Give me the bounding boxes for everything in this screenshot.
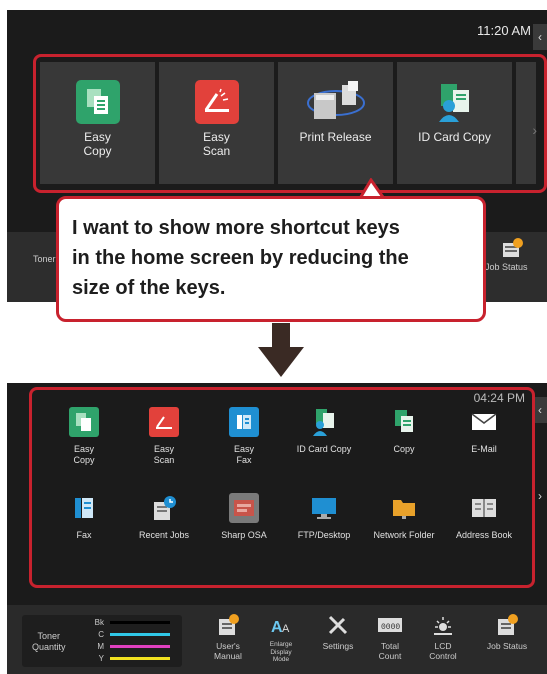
svg-text:0000: 0000 (381, 623, 400, 632)
shortcut-easy-scan[interactable]: Easy Scan (124, 407, 204, 493)
ftp-desktop-icon (309, 493, 339, 523)
shortcut-label: Easy Scan (202, 130, 231, 158)
svg-text:A: A (282, 623, 290, 635)
bar-item-label: Job Status (486, 641, 528, 651)
toner-color-label: Bk (94, 618, 104, 627)
toner-quantity-label: Toner Quantity (32, 631, 66, 652)
shortcut-recent-jobs[interactable]: Recent Jobs (124, 493, 204, 579)
shortcut-label: Copy (393, 444, 415, 454)
job-status-icon (498, 614, 518, 635)
shortcut-label: Address Book (455, 530, 513, 540)
easy-scan-icon (194, 80, 239, 124)
bar-item-label: User's Manual (214, 641, 242, 661)
email-icon (469, 407, 499, 437)
shortcut-keys-large: Easy Copy Easy Scan Print Release ID Car… (40, 62, 536, 184)
toner-bar (110, 645, 170, 648)
shortcut-label: Recent Jobs (138, 530, 190, 540)
bottom-bar: Toner Quantity Bk C M Y User's Manual A … (7, 605, 547, 674)
toner-color-label: C (98, 630, 104, 639)
shortcut-keys-small: Easy Copy Easy Scan Easy Fax ID Card Cop… (44, 407, 524, 579)
shortcut-fax[interactable]: Fax (44, 493, 124, 579)
side-tab[interactable]: ‹ (533, 397, 547, 423)
down-arrow-icon (258, 323, 304, 377)
shortcut-id-card-copy[interactable]: ID Card Copy (397, 62, 512, 184)
toner-bar (110, 633, 170, 636)
toner-quantity-panel[interactable]: Toner Quantity Bk C M Y (22, 615, 182, 667)
shortcut-easy-scan[interactable]: Easy Scan (159, 62, 274, 184)
callout-text: I want to show more shortcut keys in the… (72, 217, 409, 299)
easy-copy-icon (69, 407, 99, 437)
callout-box: I want to show more shortcut keys in the… (56, 196, 486, 322)
copy-icon (389, 407, 419, 437)
shortcut-network-folder[interactable]: Network Folder (364, 493, 444, 579)
shortcut-label: Sharp OSA (221, 530, 267, 540)
shortcut-label: Fax (76, 530, 92, 540)
shortcut-easy-copy[interactable]: Easy Copy (44, 407, 124, 493)
shortcut-label: E-Mail (471, 444, 497, 454)
shortcut-sharp-osa[interactable]: Sharp OSA (204, 493, 284, 579)
toner-bar (110, 657, 170, 660)
recent-jobs-icon (149, 493, 179, 523)
lcd-control-icon (434, 617, 452, 635)
bar-item-label: Settings (322, 641, 354, 651)
shortcut-label: Easy Copy (73, 444, 95, 465)
enlarge-display-mode-icon: AA (271, 619, 290, 636)
lcd-control-button[interactable]: LCD Control (417, 613, 469, 661)
toner-row-c: C (92, 630, 170, 639)
shortcut-address-book[interactable]: Address Book (444, 493, 524, 579)
bar-item-label: Enlarge Display Mode (269, 641, 293, 663)
job-status-button[interactable]: Job Status (481, 613, 533, 651)
toner-row-bk: Bk (92, 618, 170, 627)
toner-row-y: Y (92, 654, 170, 663)
side-tab[interactable]: ‹ (533, 24, 547, 50)
easy-fax-icon (229, 407, 259, 437)
shortcut-label: Easy Fax (233, 444, 254, 465)
toner-color-label: Y (98, 654, 104, 663)
id-card-copy-icon (309, 407, 339, 437)
scroll-right-icon[interactable]: › (532, 122, 537, 138)
toner-bar (110, 621, 170, 624)
settings-icon (328, 615, 348, 635)
users-manual-icon (219, 614, 239, 635)
id-card-copy-icon (433, 80, 477, 124)
enlarge-display-mode-button[interactable]: AA Enlarge Display Mode (255, 613, 307, 664)
shortcut-easy-copy[interactable]: Easy Copy (40, 62, 155, 184)
scroll-right-icon[interactable]: › (533, 483, 547, 509)
address-book-icon (469, 493, 499, 523)
shortcut-label: ID Card Copy (418, 130, 491, 144)
shortcut-label: FTP/Desktop (297, 530, 351, 540)
total-count-icon: 0000 (378, 618, 402, 632)
job-status-label[interactable]: Job Status (485, 262, 528, 272)
easy-copy-icon (75, 80, 120, 124)
shortcut-label: ID Card Copy (296, 444, 352, 454)
print-release-icon (306, 80, 366, 124)
bar-item-label: LCD Control (429, 641, 457, 661)
bar-item-label: Total Count (378, 641, 402, 661)
easy-scan-icon (149, 407, 179, 437)
home-screen-after: 04:24 PM ‹ › Easy Copy Easy Scan Easy Fa… (7, 383, 547, 674)
users-manual-button[interactable]: User's Manual (202, 613, 254, 661)
clock: 11:20 AM (477, 23, 531, 38)
shortcut-copy[interactable]: Copy (364, 407, 444, 493)
total-count-button[interactable]: 0000 Total Count (364, 613, 416, 661)
network-folder-icon (389, 493, 419, 523)
shortcut-ftp-desktop[interactable]: FTP/Desktop (284, 493, 364, 579)
sharp-osa-icon (229, 493, 259, 523)
shortcut-label: Easy Copy (83, 130, 112, 158)
shortcut-email[interactable]: E-Mail (444, 407, 524, 493)
toner-row-m: M (92, 642, 170, 651)
shortcut-label: Easy Scan (153, 444, 175, 465)
shortcut-label: Print Release (299, 130, 372, 144)
fax-icon (69, 493, 99, 523)
shortcut-label: Network Folder (373, 530, 435, 540)
settings-button[interactable]: Settings (312, 613, 364, 651)
shortcut-easy-fax[interactable]: Easy Fax (204, 407, 284, 493)
shortcut-print-release[interactable]: Print Release (278, 62, 393, 184)
toner-color-label: M (97, 642, 104, 651)
shortcut-id-card-copy[interactable]: ID Card Copy (284, 407, 364, 493)
